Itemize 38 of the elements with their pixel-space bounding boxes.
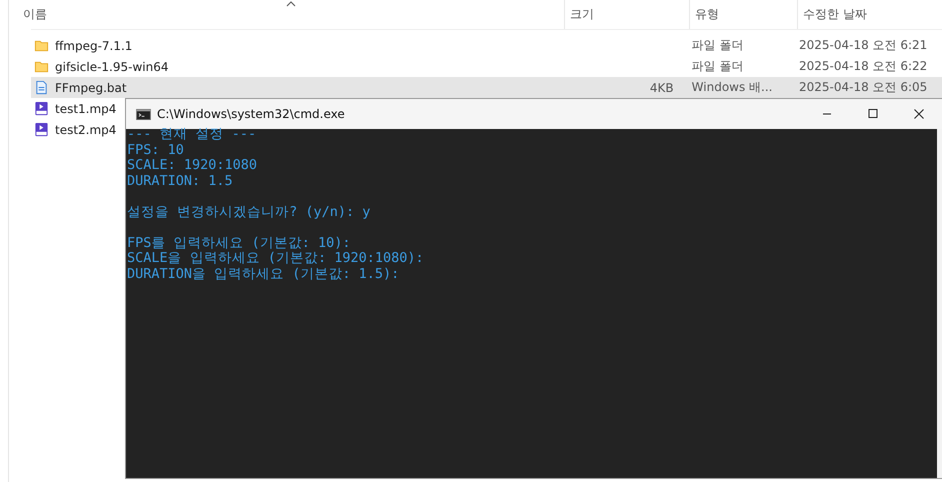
- modified-date: 2025-04-18 오전 6:22: [798, 59, 928, 73]
- console-line: SCALE을 입력하세요 (기본값: 1920:1080):: [127, 251, 424, 266]
- terminal-icon: [136, 108, 151, 120]
- file-size: 4KB: [650, 80, 674, 94]
- video-file-icon: [34, 101, 49, 116]
- folder-icon: [34, 59, 49, 74]
- maximize-icon: [867, 108, 879, 120]
- file-type: 파일 폴더: [692, 38, 744, 52]
- file-name: test2.mp4: [55, 122, 116, 136]
- console-line: DURATION을 입력하세요 (기본값: 1.5):: [127, 266, 400, 282]
- modified-date: 2025-04-18 오전 6:21: [798, 38, 928, 52]
- folder-icon: [34, 38, 49, 53]
- file-name: gifsicle-1.95-win64: [55, 60, 168, 74]
- console-line: 설정을 변경하시겠습니까? (y/n): y: [127, 204, 370, 220]
- console-line: FPS를 입력하세요 (기본값: 10):: [127, 236, 351, 251]
- file-row[interactable]: ffmpeg-7.1.1 파일 폴더 2025-04-18 오전 6:21: [31, 35, 942, 56]
- column-header[interactable]: 수정한 날짜: [798, 0, 942, 29]
- document-icon: [34, 80, 49, 95]
- file-row[interactable]: gifsicle-1.95-win64 파일 폴더 2025-04-18 오전 6:22: [31, 56, 942, 77]
- column-header[interactable]: 이름: [23, 0, 565, 29]
- close-icon: [913, 108, 925, 120]
- modified-date: 2025-04-18 오전 6:05: [798, 80, 928, 94]
- file-name: test1.mp4: [55, 102, 116, 116]
- column-header[interactable]: 유형: [690, 0, 798, 29]
- console-line: FPS: 10: [127, 142, 184, 158]
- console-line: --- 현재 설정 ---: [127, 127, 256, 142]
- column-header[interactable]: 크기: [565, 0, 690, 29]
- window-title: C:\Windows\system32\cmd.exe: [157, 107, 345, 121]
- video-file-icon: [34, 122, 49, 137]
- file-row[interactable]: test2.mp4: [31, 119, 120, 140]
- file-type: 파일 폴더: [692, 59, 744, 73]
- file-row[interactable]: test1.mp4: [31, 98, 120, 119]
- file-name: FFmpeg.bat: [55, 80, 127, 94]
- file-type: Windows 배...: [692, 80, 772, 94]
- file-name: ffmpeg-7.1.1: [55, 38, 132, 52]
- file-row[interactable]: FFmpeg.bat 4KB Windows 배... 2025-04-18 오전 6:05: [31, 77, 942, 98]
- console-line: SCALE: 1920:1080: [127, 158, 258, 174]
- console-line: DURATION: 1.5: [127, 174, 233, 189]
